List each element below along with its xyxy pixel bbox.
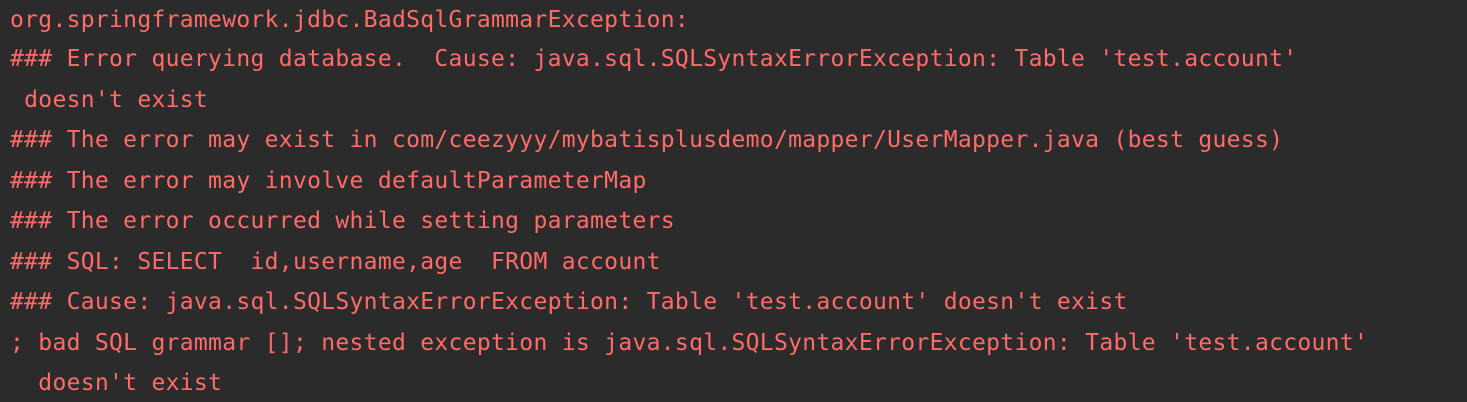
error-line-bad-sql-grammar: ; bad SQL grammar []; nested exception i… bbox=[10, 330, 1369, 356]
error-line-bad-sql-grammar-continued: doesn't exist bbox=[10, 370, 223, 396]
console-output: org.springframework.jdbc.BadSqlGrammarEx… bbox=[0, 0, 1467, 402]
error-line-may-involve: ### The error may involve defaultParamet… bbox=[10, 168, 647, 194]
error-line-cause: ### Cause: java.sql.SQLSyntaxErrorExcept… bbox=[10, 289, 1128, 315]
error-line-sql-statement: ### SQL: SELECT id,username,age FROM acc… bbox=[10, 249, 661, 275]
error-line-may-exist-in: ### The error may exist in com/ceezyyy/m… bbox=[10, 127, 1284, 153]
error-line-setting-parameters: ### The error occurred while setting par… bbox=[10, 208, 675, 234]
error-line-exception-class: org.springframework.jdbc.BadSqlGrammarEx… bbox=[10, 7, 690, 33]
error-line-querying-database-continued: doesn't exist bbox=[10, 87, 209, 113]
error-line-querying-database: ### Error querying database. Cause: java… bbox=[10, 46, 1298, 72]
